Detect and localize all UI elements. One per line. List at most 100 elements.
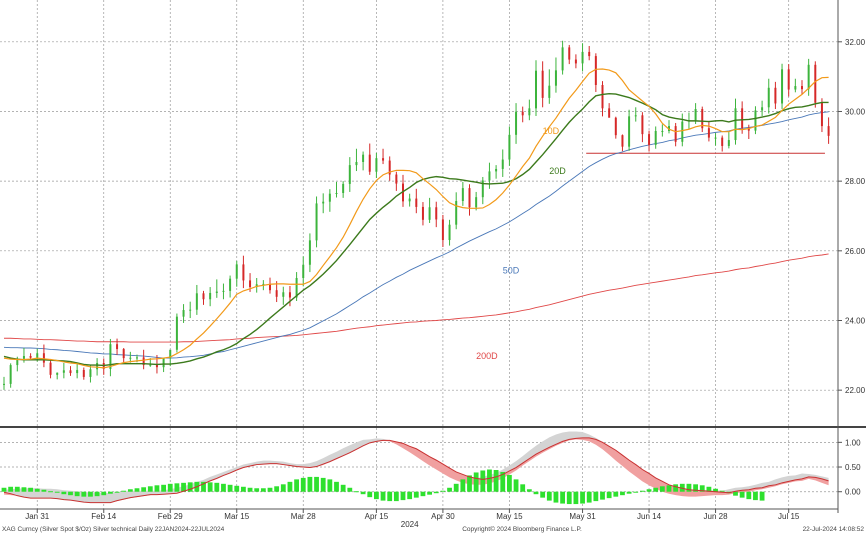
price-bar-body: [721, 137, 724, 146]
osc-hist-bar: [81, 491, 87, 497]
oscillator-panel: 1.00 0.50 0.00: [0, 431, 861, 505]
osc-hist-bar: [640, 490, 645, 492]
osc-hist-bar: [573, 491, 579, 505]
osc-hist-bar: [354, 491, 359, 493]
price-gridlines: [0, 0, 838, 509]
osc-hist-bar: [241, 486, 246, 492]
osc-hist-bar: [21, 487, 27, 492]
osc-hist-bar: [94, 491, 100, 497]
osc-hist-bar: [174, 483, 180, 492]
osc-hist-bar: [686, 483, 692, 492]
price-bar-body: [548, 85, 551, 98]
price-bar-body: [229, 278, 232, 291]
osc-hist-bar: [593, 491, 599, 502]
price-bar-body: [641, 115, 644, 135]
price-bar-body: [69, 370, 72, 374]
osc-hist-bar: [41, 489, 47, 492]
osc-hist-bar: [626, 491, 632, 494]
oscillator-axis: 1.00 0.50 0.00: [838, 438, 861, 497]
price-bar-body: [794, 86, 797, 90]
price-bar-body: [129, 357, 132, 359]
price-bars: [3, 40, 830, 390]
osc-hist-bar: [433, 491, 439, 494]
price-bar-body: [382, 158, 385, 161]
osc-hist-bar: [374, 491, 379, 500]
ma-label: 20D: [549, 166, 566, 176]
price-bar-body: [42, 353, 45, 363]
price-bar-body: [488, 171, 491, 181]
osc-hist-bar: [294, 479, 299, 492]
price-bar-body: [814, 64, 817, 103]
date-tick-label: May 31: [569, 512, 596, 521]
osc-hist-bar: [759, 491, 765, 501]
date-tick-label: Apr 15: [365, 512, 389, 521]
date-tick-label: Jun 28: [704, 512, 729, 521]
price-bar-body: [654, 130, 657, 145]
osc-hist-bar: [114, 491, 120, 493]
osc-hist-bar: [134, 488, 140, 492]
osc-tick-label: 1.00: [845, 438, 861, 447]
osc-hist-bar: [334, 481, 339, 492]
price-bar-body: [22, 356, 25, 359]
osc-hist-bar: [74, 491, 80, 497]
osc-hist-bar: [560, 491, 565, 504]
ma10-line: [3, 68, 829, 369]
osc-hist-bar: [28, 487, 33, 492]
price-bar-body: [222, 290, 225, 292]
osc-hist-bar: [566, 491, 572, 505]
osc-hist-bar: [54, 491, 60, 493]
ma10-path: [3, 68, 829, 369]
price-bar-body: [694, 109, 697, 121]
price-bar-body: [322, 201, 325, 204]
price-bar-body: [122, 349, 125, 359]
price-bar-body: [96, 362, 99, 370]
date-tick-label: Apr 30: [431, 512, 455, 521]
price-bar-body: [242, 264, 245, 281]
osc-hist-bar: [327, 479, 333, 492]
osc-hist-bar: [88, 491, 93, 497]
price-bar-body: [741, 108, 744, 129]
price-bar-body: [149, 364, 152, 366]
osc-hist-bar: [467, 475, 472, 492]
price-bar-body: [56, 372, 59, 375]
price-bar-body: [36, 353, 39, 358]
osc-hist-bar: [520, 484, 526, 492]
price-bar-body: [175, 316, 178, 350]
osc-hist-bar: [487, 469, 492, 492]
oscillator-gridlines: [0, 441, 838, 493]
price-bar-body: [215, 291, 218, 293]
price-bar-body: [461, 188, 464, 202]
osc-tick-label: 0.50: [845, 463, 861, 472]
osc-hist-bar: [221, 483, 226, 492]
price-bar-body: [9, 365, 12, 384]
price-bar-body: [328, 193, 331, 202]
price-bar-body: [614, 117, 617, 136]
price-bar-body: [594, 56, 597, 85]
price-bar-body: [202, 293, 205, 300]
price-bar-body: [448, 224, 451, 241]
price-bar-body: [827, 126, 830, 136]
price-bar-body: [601, 85, 604, 109]
osc-hist-bar: [666, 485, 672, 492]
price-bar-body: [561, 47, 564, 71]
osc-hist-bar: [187, 482, 193, 492]
price-bar-body: [681, 121, 684, 142]
date-tick-label: Jul 15: [778, 512, 800, 521]
price-bar-body: [495, 168, 498, 172]
price-tick-label: 24.00: [845, 316, 866, 325]
price-bar-body: [116, 344, 119, 350]
price-bar-body: [515, 111, 518, 135]
ma-label: 50D: [503, 265, 520, 275]
osc-hist-bar: [473, 472, 479, 492]
osc-hist-bar: [207, 482, 213, 492]
osc-hist-bar: [733, 491, 738, 496]
osc-hist-bar: [420, 491, 426, 497]
osc-hist-bar: [447, 487, 452, 492]
price-bar-body: [674, 126, 677, 142]
date-tick-label: Jan 31: [25, 512, 50, 521]
osc-hist-bar: [513, 479, 519, 492]
price-bar-body: [581, 51, 584, 64]
price-bar-body: [714, 137, 717, 139]
price-bar-body: [441, 219, 444, 241]
osc-hist-bar: [427, 491, 432, 495]
